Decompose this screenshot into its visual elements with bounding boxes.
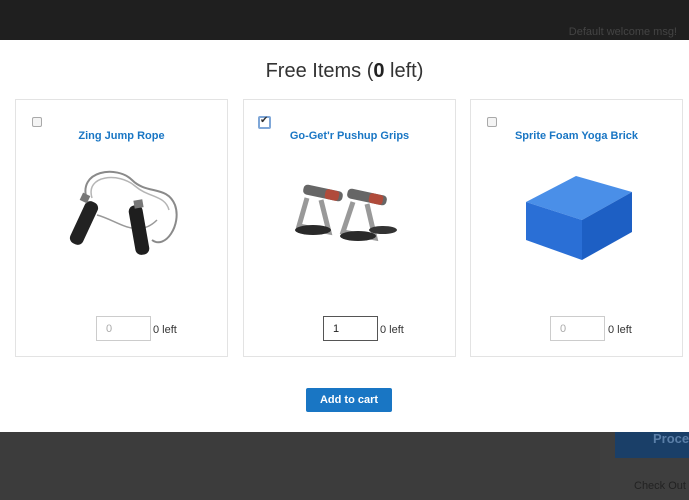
items-left-label: 0 left	[153, 324, 177, 336]
item-name[interactable]: Sprite Foam Yoga Brick	[471, 130, 682, 142]
page-backdrop	[0, 432, 689, 500]
items-left-label: 0 left	[380, 324, 404, 336]
quantity-input[interactable]: 1	[323, 316, 378, 341]
yoga-brick-icon	[525, 176, 632, 260]
free-item-card: Sprite Foam Yoga Brick 0 0 left	[470, 99, 683, 357]
add-to-cart-button[interactable]: Add to cart	[306, 388, 392, 412]
pushup-grips-icon	[294, 184, 397, 242]
free-items-count: 0	[373, 60, 385, 82]
item-checkbox[interactable]	[32, 117, 42, 127]
item-name[interactable]: Zing Jump Rope	[16, 130, 227, 142]
item-name[interactable]: Go-Get'r Pushup Grips	[244, 130, 455, 142]
free-item-card: Go-Get'r Pushup Grips 1 0 left	[243, 99, 456, 357]
item-checkbox[interactable]	[487, 117, 497, 127]
welcome-message: Default welcome msg!	[568, 26, 677, 38]
quantity-input[interactable]: 0	[96, 316, 151, 341]
jump-rope-icon	[69, 170, 177, 255]
items-left-label: 0 left	[608, 324, 632, 336]
modal-title: Free Items (0 left)	[265, 60, 424, 82]
free-item-card: Zing Jump Rope 0 0 left	[15, 99, 228, 357]
free-items-modal: Free Items (0 left) Zing Jump Rope 0 0 l…	[0, 40, 689, 432]
item-checkbox[interactable]	[258, 115, 271, 129]
quantity-input[interactable]: 0	[550, 316, 605, 341]
top-bar: Default welcome msg!	[0, 0, 689, 40]
checkout-link[interactable]: Check Out	[634, 480, 686, 492]
